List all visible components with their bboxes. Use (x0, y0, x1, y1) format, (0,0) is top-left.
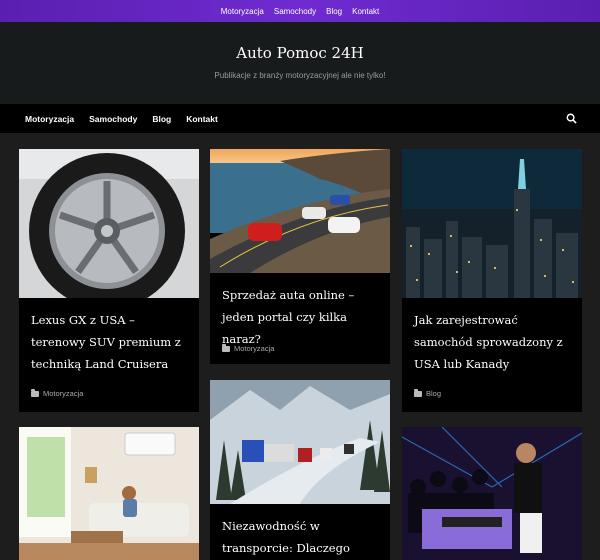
post-title[interactable]: Lexus GX z USA – terenowy SUV premium z … (19, 309, 199, 375)
post-thumbnail-snowy-highway[interactable] (210, 380, 390, 504)
post-category-link[interactable]: Motoryzacja (43, 389, 83, 398)
post-category: Motoryzacja (210, 343, 286, 353)
post-thumbnail-dj-party[interactable] (402, 427, 582, 560)
main-menu-item-kontakt[interactable]: Kontakt (186, 114, 218, 124)
main-menu: Motoryzacja Samochody Blog Kontakt (0, 104, 600, 133)
folder-icon (222, 343, 230, 352)
post-thumbnail-car-wheel[interactable] (19, 149, 199, 298)
main-menu-item-blog[interactable]: Blog (152, 114, 171, 124)
site-title[interactable]: Auto Pomoc 24H (0, 44, 600, 62)
post-card[interactable] (19, 427, 199, 560)
post-category-link[interactable]: Blog (426, 389, 441, 398)
post-category-link[interactable]: Motoryzacja (234, 344, 274, 353)
post-card[interactable]: Jak zarejestrować samochód sprowadzony z… (402, 149, 582, 412)
folder-icon (31, 388, 39, 397)
post-category: Motoryzacja (19, 388, 95, 398)
main-menu-item-motoryzacja[interactable]: Motoryzacja (25, 114, 74, 124)
post-card[interactable]: Niezawodność w transporcie: Dlaczego pro… (210, 380, 390, 560)
post-thumbnail-coastal-road[interactable] (210, 149, 390, 273)
post-title[interactable]: Jak zarejestrować samochód sprowadzony z… (402, 309, 582, 375)
top-menu-item-kontakt[interactable]: Kontakt (352, 7, 379, 16)
main-menu-item-samochody[interactable]: Samochody (89, 114, 137, 124)
post-category: Blog (402, 388, 453, 398)
top-menu-item-samochody[interactable]: Samochody (274, 7, 316, 16)
post-thumbnail-city-skyline[interactable] (402, 149, 582, 298)
post-title[interactable]: Niezawodność w transporcie: Dlaczego pro… (210, 515, 390, 560)
top-menu: Motoryzacja Samochody Blog Kontakt (0, 0, 600, 22)
site-tagline: Publikacje z branży motoryzacyjnej ale n… (214, 71, 386, 80)
top-menu-item-motoryzacja[interactable]: Motoryzacja (221, 7, 264, 16)
post-thumbnail-living-room[interactable] (19, 427, 199, 560)
search-icon[interactable] (566, 113, 577, 124)
post-card[interactable]: Sprzedaż auta online – jeden portal czy … (210, 149, 390, 364)
site-header: Auto Pomoc 24H Publikacje z branży motor… (0, 22, 600, 104)
post-title[interactable]: Sprzedaż auta online – jeden portal czy … (210, 284, 390, 350)
post-card[interactable] (402, 427, 582, 560)
top-menu-item-blog[interactable]: Blog (326, 7, 342, 16)
post-card[interactable]: Lexus GX z USA – terenowy SUV premium z … (19, 149, 199, 412)
folder-icon (414, 388, 422, 397)
